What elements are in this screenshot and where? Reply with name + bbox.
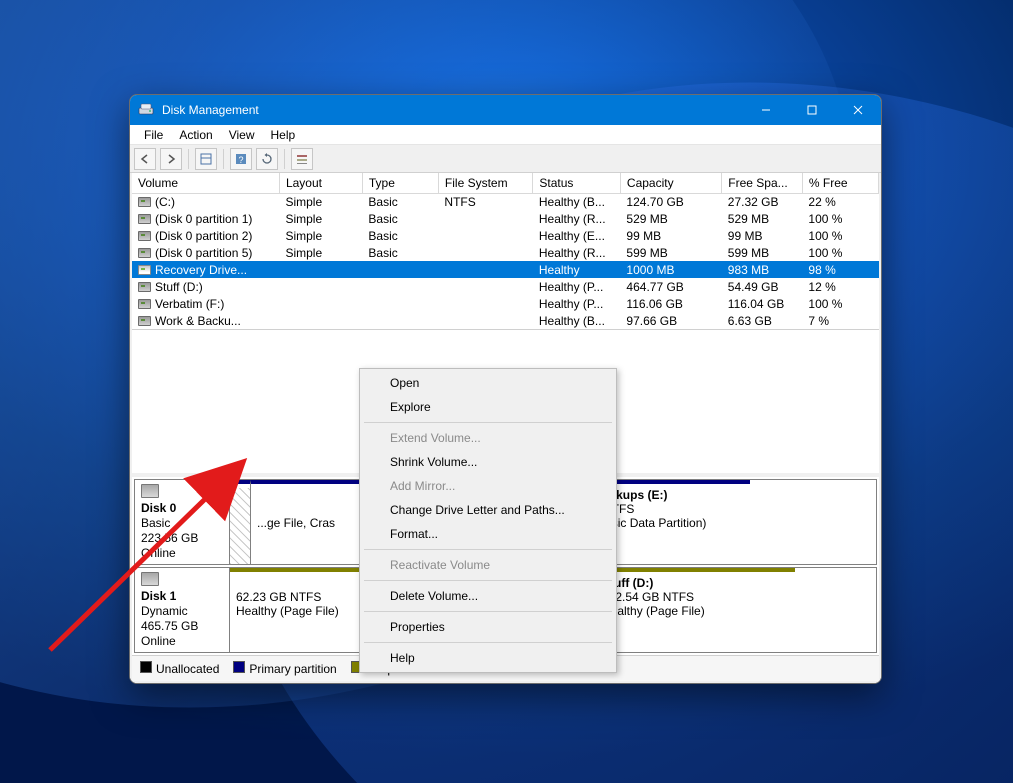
disk-name: Disk 1 [141,589,223,603]
context-menu-item[interactable]: Change Drive Letter and Paths... [362,498,614,522]
menu-action[interactable]: Action [171,126,220,144]
drive-icon [138,316,151,326]
drive-icon [138,231,151,241]
context-menu-item[interactable]: Shrink Volume... [362,450,614,474]
drive-icon [138,282,151,292]
disk-size: 223.56 GB [141,531,223,545]
disk-size: 465.75 GB [141,619,223,633]
volumes-table: VolumeLayoutTypeFile SystemStatusCapacit… [132,173,879,330]
disk-state: Online [141,634,223,648]
svg-text:?: ? [238,155,243,165]
toolbar: ? [130,145,881,173]
column-header[interactable]: Capacity [620,173,721,193]
partition-status: Healthy (Page File) [236,604,354,618]
menu-separator [364,580,612,581]
minimize-button[interactable] [743,95,789,125]
legend-swatch-unallocated [140,661,152,673]
volume-name: Recovery Drive... [155,263,247,277]
disk-header[interactable]: Disk 0Basic223.56 GBOnline [135,480,230,564]
partition[interactable]: 62.23 GB NTFSHealthy (Page File) [230,568,360,652]
partition-size: 62.23 GB NTFS [236,590,354,604]
column-header[interactable]: Type [362,173,438,193]
column-header[interactable]: % Free [802,173,878,193]
disk-name: Disk 0 [141,501,223,515]
partition-name [236,576,354,590]
table-row[interactable]: (Disk 0 partition 2)SimpleBasicHealthy (… [132,227,879,244]
titlebar[interactable]: Disk Management [130,95,881,125]
forward-button[interactable] [160,148,182,170]
volume-name: (Disk 0 partition 1) [155,212,252,226]
tool-properties[interactable] [195,148,217,170]
table-row[interactable]: (C:)SimpleBasicNTFSHealthy (B...124.70 G… [132,193,879,210]
close-button[interactable] [835,95,881,125]
column-header[interactable]: Volume [132,173,279,193]
column-header[interactable]: File System [438,173,532,193]
menubar: File Action View Help [130,125,881,145]
disk-state: Online [141,546,223,560]
disk-kind: Dynamic [141,604,223,618]
desktop: Disk Management File Action View Help [0,0,1013,783]
table-row[interactable]: Recovery Drive...Healthy1000 MB983 MB98 … [132,261,879,278]
legend-swatch-primary [233,661,245,673]
disk-header[interactable]: Disk 1Dynamic465.75 GBOnline [135,568,230,652]
legend-label: Primary partition [249,662,336,676]
table-row[interactable]: (Disk 0 partition 5)SimpleBasicHealthy (… [132,244,879,261]
drive-icon [138,197,151,207]
table-row[interactable]: Verbatim (F:)Healthy (P...116.06 GB116.0… [132,295,879,312]
disk-management-window: Disk Management File Action View Help [129,94,882,684]
partition-size: 402.54 GB NTFS [602,590,789,604]
menu-file[interactable]: File [136,126,171,144]
table-row[interactable]: Work & Backu...Healthy (B...97.66 GB6.63… [132,312,879,329]
menu-help[interactable]: Help [263,126,304,144]
app-icon [138,102,154,118]
menu-separator [364,611,612,612]
partition-name: Stuff (D:) [602,576,789,590]
menu-separator [364,642,612,643]
drive-icon [138,214,151,224]
menu-separator [364,549,612,550]
context-menu-item[interactable]: Properties [362,615,614,639]
drive-icon [138,265,151,275]
disk-icon [141,484,159,498]
maximize-button[interactable] [789,95,835,125]
tool-list[interactable] [291,148,313,170]
partition[interactable] [230,480,250,564]
back-button[interactable] [134,148,156,170]
context-menu-item: Add Mirror... [362,474,614,498]
partition[interactable]: Stuff (D:)402.54 GB NTFSHealthy (Page Fi… [595,568,795,652]
volume-context-menu: OpenExplore Extend Volume...Shrink Volume… [359,368,617,673]
window-title: Disk Management [162,103,259,117]
column-header[interactable]: Layout [279,173,362,193]
context-menu-item: Reactivate Volume [362,553,614,577]
context-menu-item[interactable]: Delete Volume... [362,584,614,608]
table-row[interactable]: (Disk 0 partition 1)SimpleBasicHealthy (… [132,210,879,227]
context-menu-item[interactable]: Open [362,371,614,395]
partition-name [236,488,244,502]
column-header[interactable]: Status [533,173,621,193]
partition-size [236,502,244,516]
tool-help[interactable]: ? [230,148,252,170]
context-menu-item[interactable]: Explore [362,395,614,419]
context-menu-item[interactable]: Format... [362,522,614,546]
drive-icon [138,248,151,258]
disk-icon [141,572,159,586]
volume-name: (C:) [155,195,175,209]
context-menu-item[interactable]: Help [362,646,614,670]
volume-name: (Disk 0 partition 2) [155,229,252,243]
partition-status [236,516,244,530]
context-menu-item: Extend Volume... [362,426,614,450]
drive-icon [138,299,151,309]
volume-name: Verbatim (F:) [155,297,224,311]
disk-kind: Basic [141,516,223,530]
table-row[interactable]: Stuff (D:)Healthy (P...464.77 GB54.49 GB… [132,278,879,295]
column-header[interactable]: Free Spa... [722,173,803,193]
legend-label: Unallocated [156,662,219,676]
volume-name: Work & Backu... [155,314,241,328]
volume-name: (Disk 0 partition 5) [155,246,252,260]
menu-separator [364,422,612,423]
menu-view[interactable]: View [221,126,263,144]
tool-refresh[interactable] [256,148,278,170]
partition-status: Healthy (Page File) [602,604,789,618]
volume-name: Stuff (D:) [155,280,203,294]
